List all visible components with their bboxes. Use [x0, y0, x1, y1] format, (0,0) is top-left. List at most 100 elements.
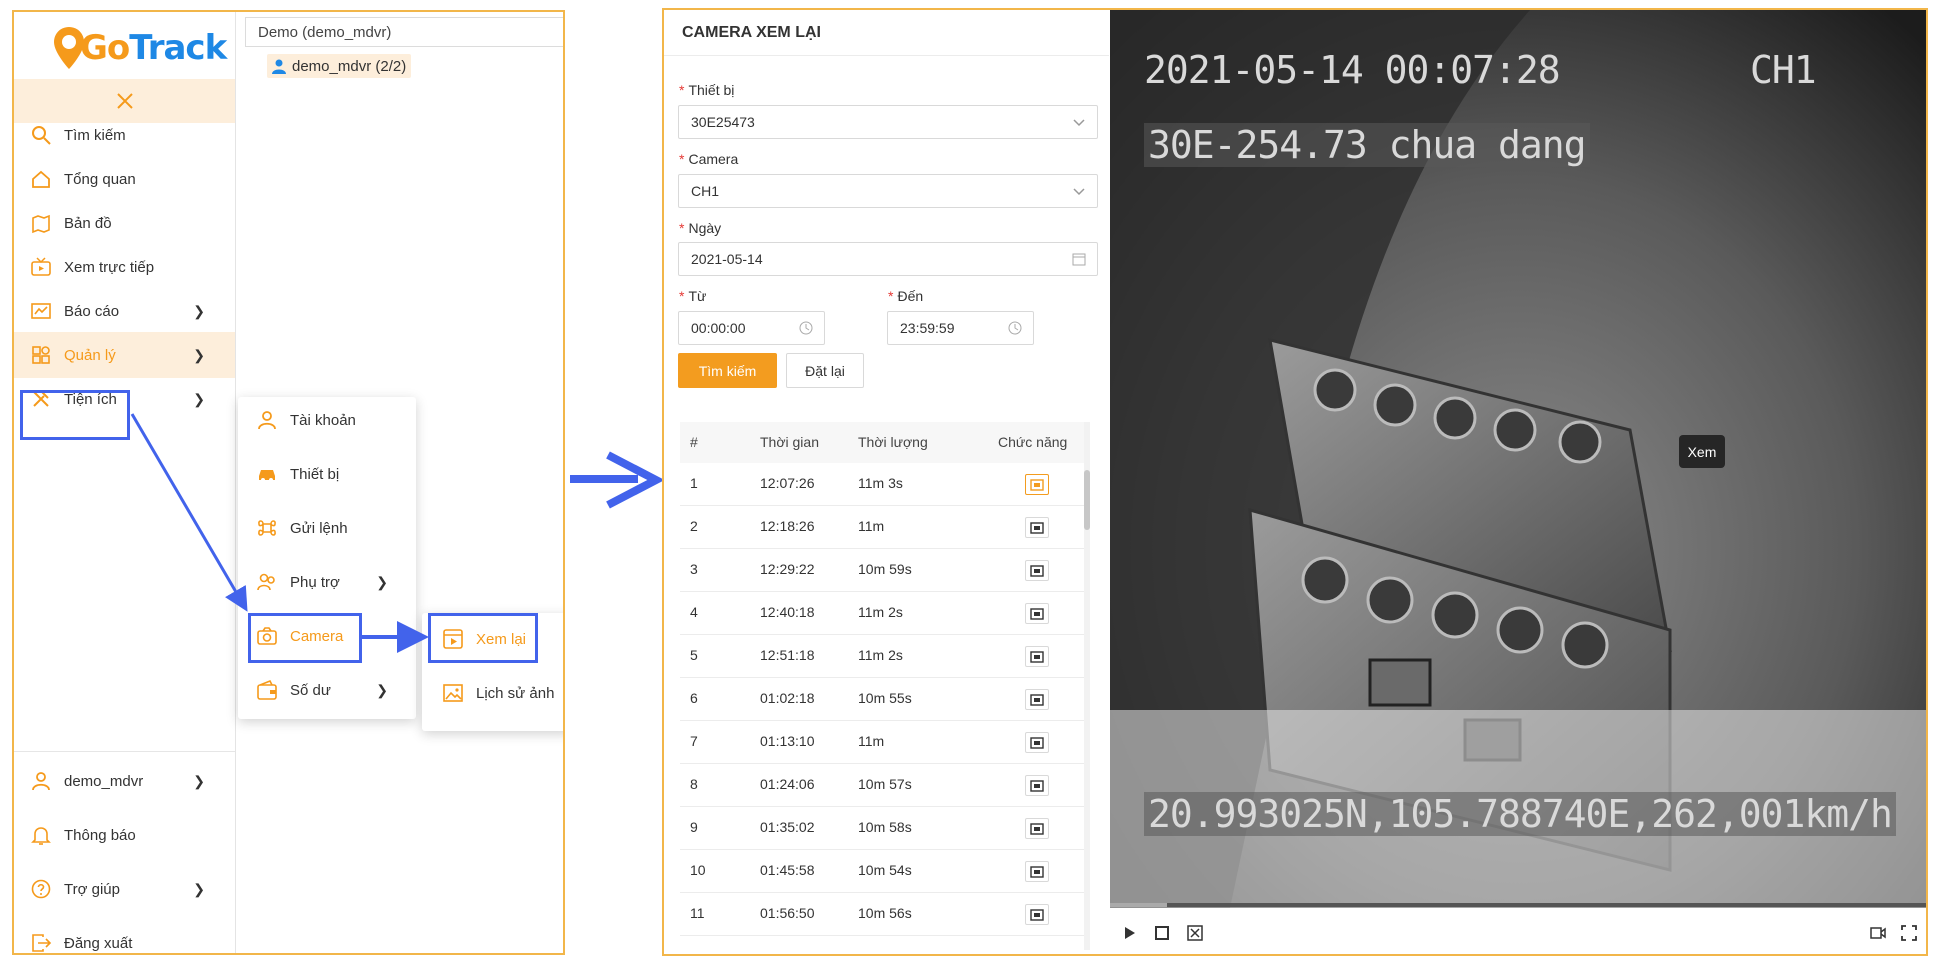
table-row: 9 01:35:02 10m 58s: [680, 807, 1085, 850]
sidebar-item-label: Tìm kiếm: [64, 126, 126, 144]
video-icon: [1030, 779, 1044, 792]
to-label: * Đến: [888, 288, 924, 304]
close-icon: [116, 93, 133, 109]
row-duration: 11m: [858, 518, 885, 534]
row-index: 6: [690, 690, 698, 706]
row-duration: 10m 56s: [858, 905, 912, 921]
recordings-table: # Thời gian Thời lượng Chức năng 1 12:07:…: [680, 422, 1090, 950]
record-icon[interactable]: [1869, 924, 1887, 942]
row-duration: 10m 58s: [858, 819, 912, 835]
logout-icon: [32, 934, 52, 952]
view-recording-button[interactable]: [1025, 904, 1049, 925]
sidebar-item-thong-bao[interactable]: Thông báo: [14, 812, 235, 858]
reset-button[interactable]: Đặt lại: [786, 353, 864, 388]
column-header-duration: Thời lượng: [858, 434, 928, 450]
table-row: 7 01:13:10 11m: [680, 721, 1085, 764]
search-icon: [32, 126, 51, 145]
from-label: * Từ: [679, 288, 707, 304]
stop-icon[interactable]: [1153, 924, 1171, 942]
car-icon: [259, 470, 275, 482]
table-scroll-thumb[interactable]: [1084, 470, 1090, 530]
row-index: 7: [690, 733, 698, 749]
video-player[interactable]: 2021-05-14 00:07:28 CH1 30E-254.73 chua …: [1110, 10, 1926, 954]
camera-select[interactable]: CH1: [678, 174, 1098, 208]
osd-timestamp: 2021-05-14 00:07:28: [1144, 48, 1561, 92]
close-video-icon[interactable]: [1186, 924, 1204, 942]
logo-text-go: Go: [80, 28, 130, 68]
row-time: 12:51:18: [760, 647, 815, 663]
sidebar-item-xem-truc-tiep[interactable]: Xem trực tiếp: [14, 244, 235, 290]
table-row: 10 01:45:58 10m 54s: [680, 850, 1085, 893]
play-icon[interactable]: [1120, 924, 1138, 942]
navigation-panel: Go Track Tìm kiếm Tổng quan Bản đồ Xem trực…: [12, 10, 565, 955]
chevron-right-icon: ❯: [376, 681, 388, 698]
video-icon: [1030, 521, 1044, 534]
manage-submenu: Tài khoản Thiết bị Gửi lệnh Phụ trợ ❯ Camera S…: [238, 397, 416, 719]
table-row: 8 01:24:06 10m 57s: [680, 764, 1085, 807]
arrow-to-screen-head: [606, 451, 665, 509]
image-icon: [443, 684, 463, 702]
row-index: 8: [690, 776, 698, 792]
highlight-camera: [248, 613, 362, 663]
to-time-picker[interactable]: 23:59:59: [887, 311, 1034, 345]
device-select[interactable]: 30E25473: [678, 105, 1098, 139]
chevron-right-icon: ❯: [193, 302, 205, 319]
fullscreen-icon[interactable]: [1900, 924, 1918, 942]
sidebar-item-label: Đăng xuất: [64, 934, 133, 952]
sidebar-item-tong-quan[interactable]: Tổng quan: [14, 156, 235, 202]
submenu-item-label: Số dư: [290, 681, 331, 699]
sidebar-item-ban-do[interactable]: Bản đồ: [14, 200, 235, 246]
search-button[interactable]: Tìm kiếm: [678, 353, 777, 388]
video-icon: [1030, 736, 1044, 749]
map-icon: [32, 214, 50, 234]
video-progress-bar[interactable]: [1110, 903, 1926, 907]
table-row: 2 12:18:26 11m: [680, 506, 1085, 549]
title-divider: [664, 55, 1109, 56]
sidebar-item-quan-ly[interactable]: Quản lý ❯: [14, 332, 235, 378]
row-index: 10: [690, 862, 706, 878]
row-time: 01:56:50: [760, 905, 815, 921]
gotrack-logo[interactable]: Go Track: [52, 18, 227, 78]
view-recording-button[interactable]: [1025, 646, 1049, 667]
submenu-item-label: Phụ trợ: [290, 573, 340, 591]
view-recording-button[interactable]: [1025, 861, 1049, 882]
submenu-item-so-du[interactable]: Số dư ❯: [238, 667, 416, 713]
view-recording-button[interactable]: [1025, 603, 1049, 624]
submenu-item-gui-lenh[interactable]: Gửi lệnh: [238, 505, 416, 551]
device-label: * Thiết bị: [679, 82, 735, 98]
row-index: 11: [690, 905, 705, 921]
view-recording-button[interactable]: [1025, 517, 1049, 538]
sidebar-item-demo-mdvr[interactable]: demo_mdvr ❯: [14, 758, 235, 804]
table-row: 1 12:07:26 11m 3s: [680, 463, 1085, 506]
video-controls: [1110, 908, 1926, 954]
date-picker[interactable]: 2021-05-14: [678, 242, 1098, 276]
video-icon: [1030, 607, 1044, 620]
submenu-item-phu-tro[interactable]: Phụ trợ ❯: [238, 559, 416, 605]
table-row: 11 01:56:50 10m 56s: [680, 893, 1085, 936]
sidebar-item-dang-xuat[interactable]: Đăng xuất: [14, 920, 235, 953]
from-time-picker[interactable]: 00:00:00: [678, 311, 825, 345]
table-header: # Thời gian Thời lượng Chức năng: [680, 422, 1090, 463]
sidebar-item-label: Xem trực tiếp: [64, 258, 155, 276]
table-row: 3 12:29:22 10m 59s: [680, 549, 1085, 592]
view-recording-button[interactable]: [1025, 775, 1049, 796]
submenu-item-lich-su-anh[interactable]: Lịch sử ảnh: [422, 670, 563, 716]
tree-group-header[interactable]: Demo (demo_mdvr): [245, 17, 563, 47]
sidebar-item-tim-kiem[interactable]: Tìm kiếm: [14, 112, 235, 158]
submenu-item-label: Tài khoản: [290, 411, 356, 429]
view-recording-button[interactable]: [1025, 818, 1049, 839]
view-recording-button[interactable]: [1025, 474, 1049, 495]
sidebar-item-tro-giup[interactable]: Trợ giúp ❯: [14, 866, 235, 912]
tree-node-user[interactable]: demo_mdvr (2/2): [267, 54, 412, 78]
view-recording-button[interactable]: [1025, 732, 1049, 753]
view-recording-button[interactable]: [1025, 689, 1049, 710]
calendar-icon: [1072, 253, 1086, 266]
row-duration: 11m: [858, 733, 885, 749]
sidebar-item-label: Trợ giúp: [64, 880, 120, 898]
view-recording-button[interactable]: [1025, 560, 1049, 581]
sidebar-item-bao-cao[interactable]: Báo cáo ❯: [14, 288, 235, 334]
submenu-item-thiet-bi[interactable]: Thiết bị: [238, 451, 416, 497]
bell-icon: [31, 827, 51, 845]
submenu-item-tai-khoan[interactable]: Tài khoản: [238, 397, 416, 443]
row-time: 12:07:26: [760, 475, 815, 491]
